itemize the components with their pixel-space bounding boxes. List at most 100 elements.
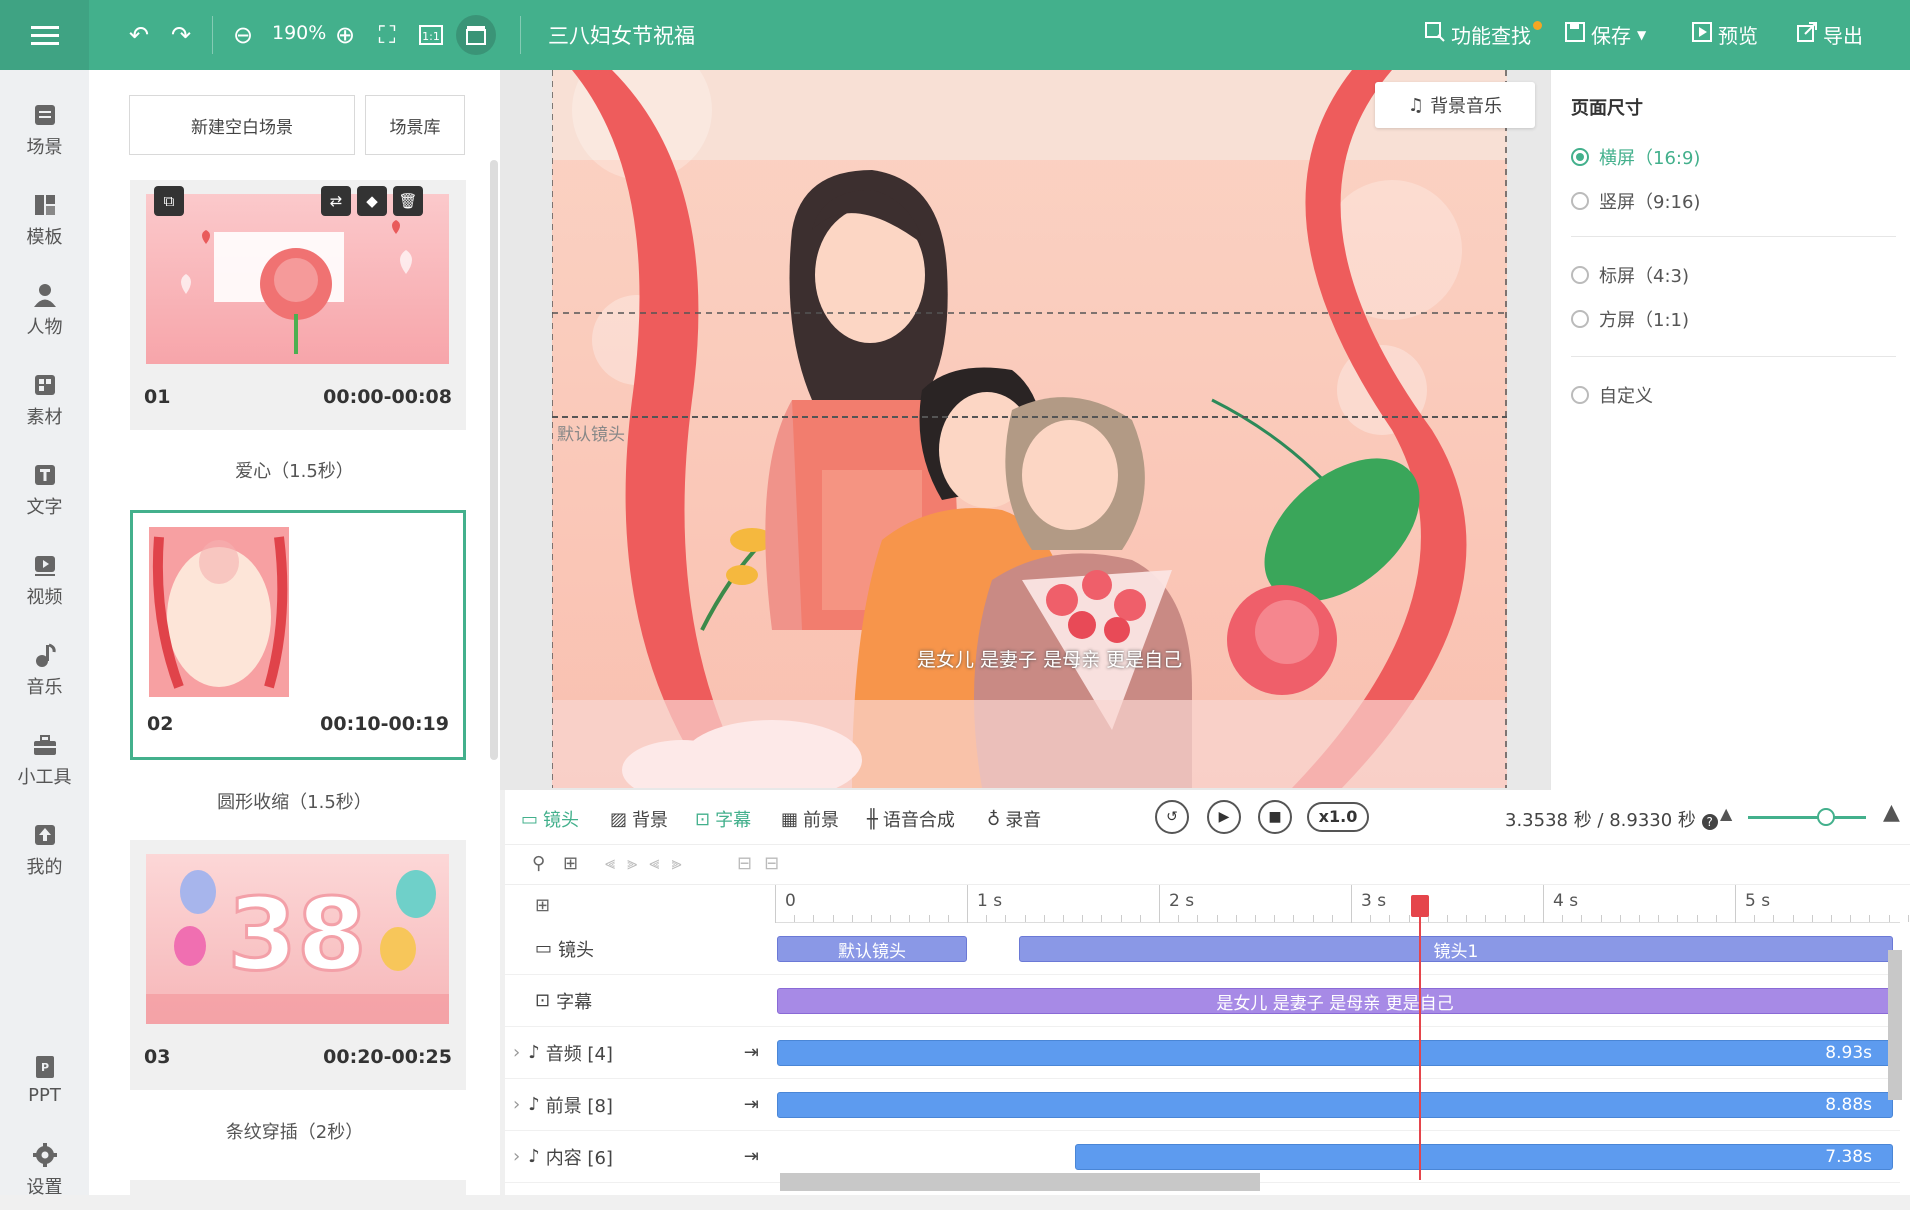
undo-icon[interactable]: ↶ — [122, 18, 156, 52]
option-square[interactable]: 方屏（1:1) — [1571, 306, 1689, 332]
nav-item-material[interactable]: 素材 — [0, 360, 89, 440]
scene-transition[interactable]: 条纹穿插（2秒） — [89, 1118, 500, 1144]
scene-transition[interactable]: 圆形收缩（1.5秒） — [89, 788, 500, 814]
tab-label: 录音 — [1005, 810, 1042, 831]
tab-label: 背景 — [632, 810, 669, 831]
eraser-icon[interactable]: ◆ — [357, 186, 387, 216]
save-button[interactable]: 保存 ▼ — [1565, 20, 1646, 49]
preview-button[interactable]: 预览 — [1692, 20, 1758, 49]
save-label: 保存 — [1591, 24, 1631, 48]
nav-item-person[interactable]: 人物 — [0, 270, 89, 350]
add-to-track-icon[interactable]: ⇥ — [744, 1042, 759, 1063]
nav-item-template[interactable]: 模板 — [0, 180, 89, 260]
scene-card-partial[interactable] — [130, 1180, 466, 1195]
rewind-button[interactable]: ↺ — [1155, 800, 1189, 834]
tab-camera[interactable]: ▭ 镜头 — [521, 806, 579, 832]
scene-canvas[interactable]: 默认镜头 是女儿 是妻子 是母亲 更是自己 — [552, 70, 1507, 788]
playhead-handle[interactable] — [1410, 895, 1429, 917]
tab-subtitle[interactable]: ⊡ 字幕 — [695, 806, 751, 832]
time-ruler[interactable]: 0 1 s 2 s 3 s 4 s 5 s — [775, 885, 1909, 923]
nav-item-video[interactable]: 视频 — [0, 540, 89, 620]
chevron-right-icon[interactable]: › — [513, 1146, 520, 1167]
subtitle-text[interactable]: 是女儿 是妻子 是母亲 更是自己 — [917, 645, 1182, 672]
thumb-tools-right: ⇄ ◆ 🗑 — [321, 186, 423, 216]
actual-size-icon[interactable]: 1:1 — [414, 18, 448, 52]
document-title[interactable]: 三八妇女节祝福 — [548, 20, 695, 50]
scene-library-button[interactable]: 场景库 — [365, 95, 465, 155]
settings-icon — [32, 1142, 57, 1167]
camera-clip[interactable]: 默认镜头 — [777, 936, 967, 962]
distribute-icons[interactable]: ⊟⊟ — [737, 853, 791, 874]
option-landscape[interactable]: 横屏（16:9) — [1571, 144, 1700, 170]
zoom-slider-knob[interactable] — [1817, 808, 1835, 826]
add-to-track-icon[interactable]: ⇥ — [744, 1094, 759, 1115]
nav-item-settings[interactable]: 设置 — [0, 1130, 89, 1210]
timeline-zoom-slider[interactable] — [1748, 816, 1866, 819]
menu-icon[interactable] — [0, 0, 89, 70]
zoom-out-timeline-icon[interactable]: ▲ — [1720, 804, 1732, 823]
delete-icon[interactable]: 🗑 — [393, 186, 423, 216]
content-track-icon: ♪ — [528, 1146, 540, 1167]
ruler-label: 4 s — [1553, 891, 1579, 911]
scene-card[interactable]: ⧉ ⇄ ◆ 🗑 01 00:00-00:08 — [130, 180, 466, 430]
layer-icon[interactable]: ⊞ — [563, 853, 578, 874]
export-button[interactable]: 导出 — [1797, 20, 1863, 49]
nav-item-scene[interactable]: 场景 — [0, 90, 89, 170]
tab-tts[interactable]: ╫ 语音合成 — [867, 806, 955, 832]
clapper-icon[interactable] — [456, 15, 496, 55]
page-size-title: 页面尺寸 — [1571, 98, 1643, 119]
copy-icon[interactable]: ⧉ — [154, 186, 184, 216]
nav-item-mine[interactable]: 我的 — [0, 810, 89, 890]
add-to-track-icon[interactable]: ⇥ — [744, 1146, 759, 1167]
ruler-minor-tick — [1907, 915, 1909, 922]
new-blank-scene-button[interactable]: 新建空白场景 — [129, 95, 355, 155]
nav-item-ppt[interactable]: P PPT — [0, 1040, 89, 1120]
timeline-horizontal-scrollbar[interactable] — [780, 1173, 1260, 1191]
camera-clip[interactable]: 镜头1 — [1018, 936, 1893, 962]
subtitle-clip[interactable]: 是女儿 是妻子 是母亲 更是自己 — [777, 988, 1893, 1014]
ruler-minor-tick — [986, 915, 988, 922]
music-icon — [35, 643, 56, 667]
play-button[interactable]: ▶ — [1207, 800, 1241, 834]
fit-screen-icon[interactable]: ⛶ — [370, 18, 404, 52]
scene-card-active[interactable]: 02 00:10-00:19 — [130, 510, 466, 760]
align-icons[interactable]: ⫷⫸⫷⫸ — [605, 853, 694, 874]
redo-icon[interactable]: ↷ — [164, 18, 198, 52]
scene-card[interactable]: 38 03 00:20-00:25 — [130, 840, 466, 1090]
ruler-minor-tick — [1792, 915, 1794, 922]
scene-transition[interactable]: 爱心（1.5秒） — [89, 457, 500, 483]
track-grid-icon[interactable]: ⊞ — [535, 895, 550, 916]
svg-text:38: 38 — [227, 876, 366, 993]
chevron-right-icon[interactable]: › — [513, 1094, 520, 1115]
content-clip[interactable]: 7.38s — [1074, 1144, 1893, 1170]
ruler-label: 3 s — [1361, 891, 1387, 911]
scene-panel-scrollbar[interactable] — [490, 160, 498, 760]
nav-item-text[interactable]: 文字 — [0, 450, 89, 530]
option-standard[interactable]: 标屏（4:3) — [1571, 262, 1689, 288]
filter-icon[interactable]: ⚲ — [532, 853, 545, 874]
search-icon — [1425, 22, 1445, 47]
option-custom[interactable]: 自定义 — [1571, 382, 1653, 408]
nav-item-music[interactable]: 音乐 — [0, 630, 89, 710]
zoom-in-timeline-icon[interactable]: ▲ — [1883, 800, 1900, 825]
tab-record[interactable]: ♁ 录音 — [987, 806, 1041, 832]
chevron-right-icon[interactable]: › — [513, 1042, 520, 1063]
option-portrait[interactable]: 竖屏（9:16) — [1571, 188, 1700, 214]
feature-search-button[interactable]: 功能查找 — [1425, 20, 1542, 49]
tab-foreground[interactable]: ▦ 前景 — [781, 806, 839, 832]
audio-clip[interactable]: 8.93s — [777, 1040, 1893, 1066]
playhead[interactable] — [1418, 895, 1421, 1180]
tab-background[interactable]: ▨ 背景 — [610, 806, 668, 832]
nav-item-toolbox[interactable]: 小工具 — [0, 720, 89, 800]
swap-icon[interactable]: ⇄ — [321, 186, 351, 216]
playback-speed[interactable]: x1.0 — [1307, 802, 1369, 832]
zoom-out-icon[interactable]: ⊖ — [226, 18, 260, 52]
ruler-minor-tick — [1139, 915, 1141, 922]
foreground-clip[interactable]: 8.88s — [777, 1092, 1893, 1118]
stop-button[interactable]: ■ — [1258, 800, 1292, 834]
help-icon[interactable]: ? — [1701, 814, 1718, 830]
zoom-in-icon[interactable]: ⊕ — [328, 18, 362, 52]
background-music-button[interactable]: ♫ 背景音乐 — [1375, 82, 1535, 128]
radio-icon — [1571, 192, 1589, 210]
timeline-vertical-scrollbar[interactable] — [1888, 950, 1902, 1100]
